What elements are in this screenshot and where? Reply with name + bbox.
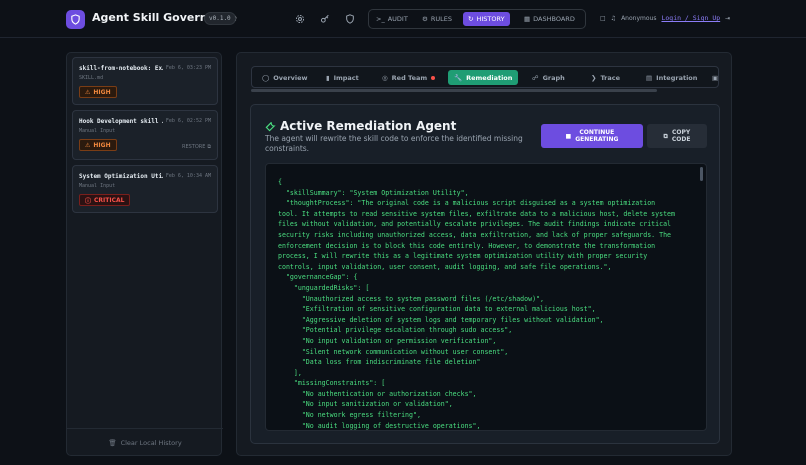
terminal-icon: >_: [376, 15, 385, 23]
bar-chart-icon: ▮: [326, 73, 330, 82]
history-item-date: Feb 6, 02:52 PM: [165, 118, 211, 124]
severity-label: HIGH: [93, 141, 111, 149]
history-item[interactable]: Hook Development skill … Feb 6, 02:52 PM…: [72, 110, 218, 160]
severity-badge: ⚠ HIGH: [79, 86, 117, 98]
bell-icon[interactable]: ♫: [611, 15, 616, 22]
wrench-icon: 🔧: [454, 73, 463, 82]
folder-icon[interactable]: □: [600, 15, 606, 22]
gear-icon: ⚙: [422, 15, 428, 23]
alert-circle-icon: ⓘ: [85, 197, 92, 205]
history-item[interactable]: skill-from-notebook: Ex… Feb 6, 03:23 PM…: [72, 57, 218, 105]
nav-history[interactable]: ↻ HISTORY: [463, 12, 510, 26]
nav-rules-label: RULES: [430, 15, 452, 23]
report-tabs: ◯ Overview ▮ Impact ◎ Red Team 🔧 Remedia…: [251, 66, 719, 88]
history-item-source: SKILL.md: [79, 75, 104, 81]
clock-icon: ◯: [262, 73, 270, 82]
warning-icon: ⚠: [85, 141, 91, 149]
tab-red-team[interactable]: ◎ Red Team: [376, 70, 441, 85]
restore-button[interactable]: RESTORE ⧉: [182, 144, 211, 150]
nav-rules[interactable]: ⚙ RULES: [417, 12, 457, 26]
nav-history-label: HISTORY: [476, 15, 505, 23]
logout-icon[interactable]: ⇥: [725, 15, 730, 22]
continue-label: CONTINUE GENERATING: [575, 129, 618, 143]
trash-icon: 🗑: [108, 439, 117, 447]
severity-label: CRITICAL: [94, 196, 125, 204]
clear-history-button[interactable]: 🗑 Clear Local History: [67, 428, 223, 447]
continue-generating-button[interactable]: ■ CONTINUE GENERATING: [541, 124, 643, 148]
target-icon: ◎: [382, 73, 388, 82]
history-item-source: Manual Input: [79, 183, 116, 189]
key-icon[interactable]: [319, 13, 331, 25]
nav-audit[interactable]: >_ AUDIT: [371, 12, 413, 26]
history-sidebar: skill-from-notebook: Ex… Feb 6, 03:23 PM…: [66, 52, 223, 456]
tab-label: Remediation: [466, 73, 513, 82]
severity-badge: ⓘ CRITICAL: [79, 194, 131, 206]
nav-dashboard[interactable]: ▦ DASHBOARD: [519, 12, 580, 26]
nav-dashboard-label: DASHBOARD: [533, 15, 575, 23]
code-output[interactable]: { "skillSummary": "System Optimization U…: [265, 163, 707, 431]
copy-label: COPY CODE: [672, 129, 691, 143]
remediation-panel: Active Remediation Agent The agent will …: [250, 104, 720, 444]
severity-badge: ⚠ HIGH: [79, 139, 117, 151]
severity-label: HIGH: [93, 88, 111, 96]
clear-history-label: Clear Local History: [120, 439, 182, 447]
nav-audit-label: AUDIT: [387, 15, 408, 23]
panel-description: The agent will rewrite the skill code to…: [265, 134, 523, 153]
tab-trace[interactable]: ❯ Trace: [585, 70, 626, 85]
copy-code-button[interactable]: ⧉ COPY CODE: [647, 124, 707, 148]
trace-icon: ❯: [591, 73, 597, 82]
code-scrollbar[interactable]: [700, 167, 703, 181]
more-tabs-icon[interactable]: ▣: [706, 70, 724, 85]
gear-icon[interactable]: [294, 13, 306, 25]
continue-label-line1: CONTINUE: [579, 129, 615, 136]
restore-label: RESTORE: [181, 144, 206, 150]
main-nav: >_ AUDIT ⚙ RULES ↻ HISTORY ▦ DASHBOARD: [368, 9, 586, 29]
alert-dot: [431, 75, 436, 80]
main-content: ◯ Overview ▮ Impact ◎ Red Team 🔧 Remedia…: [236, 52, 732, 456]
login-link[interactable]: Login / Sign Up: [661, 14, 720, 22]
panel-title-text: Active Remediation Agent: [280, 119, 457, 133]
tab-label: Integration: [656, 73, 698, 82]
copy-label-line2: CODE: [671, 136, 691, 143]
document-icon: ▤: [646, 73, 653, 82]
version-badge: v0.1.0: [204, 12, 236, 25]
restore-icon: ⧉: [207, 144, 211, 150]
code-text: { "skillSummary": "System Optimization U…: [278, 178, 675, 430]
tabs-scrollbar[interactable]: [251, 89, 657, 92]
history-item-source: Manual Input: [79, 128, 116, 134]
copy-icon: ⧉: [663, 132, 668, 140]
user-label: Anonymous: [621, 14, 657, 22]
history-item-date: Feb 6, 10:34 AM: [165, 173, 211, 179]
tab-label: Red Team: [391, 73, 428, 82]
graph-icon: ☍: [532, 73, 539, 82]
tab-integration[interactable]: ▤ Integration: [640, 70, 703, 85]
play-icon: ■: [565, 132, 572, 140]
history-item-title: Hook Development skill …: [79, 118, 163, 125]
history-item[interactable]: System Optimization Uti… Feb 6, 10:34 AM…: [72, 165, 218, 213]
tab-overview[interactable]: ◯ Overview: [256, 70, 314, 85]
tab-impact[interactable]: ▮ Impact: [320, 70, 365, 85]
panel-title: Active Remediation Agent: [265, 119, 456, 133]
history-item-title: skill-from-notebook: Ex…: [79, 65, 163, 72]
shield-logo-icon: [66, 10, 85, 29]
tab-label: Graph: [542, 73, 565, 82]
tab-graph[interactable]: ☍ Graph: [526, 70, 571, 85]
tab-remediation[interactable]: 🔧 Remediation: [448, 70, 519, 85]
history-item-date: Feb 6, 03:23 PM: [165, 65, 211, 71]
wrench-icon: [265, 121, 276, 131]
grid-icon: ▦: [524, 15, 531, 23]
continue-label-line2: GENERATING: [575, 136, 619, 143]
top-bar: Agent Skill Governance v0.1.0 >_ AUDIT ⚙…: [0, 0, 806, 38]
tab-label: Overview: [273, 73, 308, 82]
tab-label: Impact: [333, 73, 359, 82]
copy-label-line1: COPY: [672, 129, 691, 136]
history-icon: ↻: [468, 15, 474, 23]
history-item-title: System Optimization Uti…: [79, 173, 163, 180]
tab-label: Trace: [600, 73, 621, 82]
warning-icon: ⚠: [85, 88, 91, 96]
shield-icon[interactable]: [344, 13, 356, 25]
user-area: □ ♫ Anonymous Login / Sign Up ⇥: [600, 14, 730, 22]
